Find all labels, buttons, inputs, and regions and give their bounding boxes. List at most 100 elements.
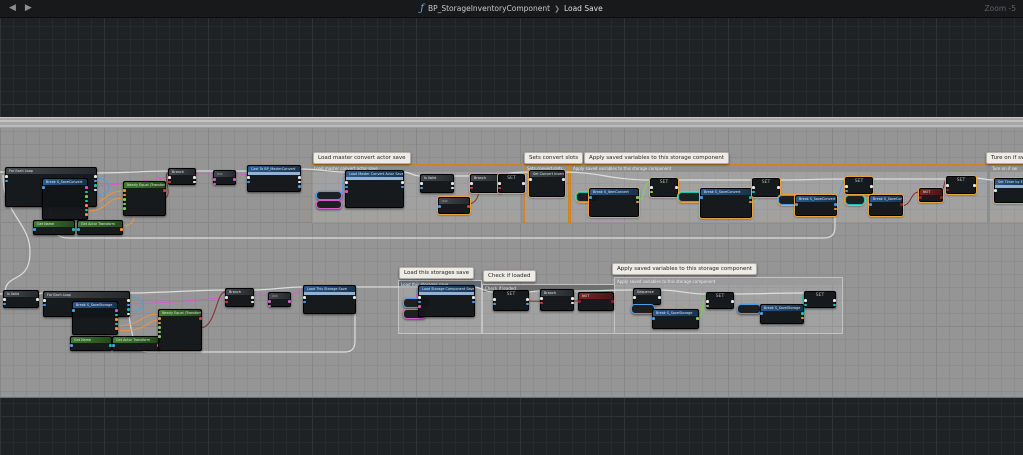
blueprint-node[interactable]: SET bbox=[650, 178, 678, 197]
output-pin[interactable] bbox=[472, 296, 475, 299]
input-pin[interactable] bbox=[420, 187, 423, 190]
output-pin[interactable] bbox=[636, 201, 639, 204]
output-pin[interactable] bbox=[251, 301, 254, 304]
output-pin[interactable] bbox=[94, 189, 97, 192]
blueprint-node[interactable]: Break S_SaveStorage bbox=[72, 301, 118, 335]
blueprint-node[interactable]: Load This Storage Save bbox=[303, 285, 356, 314]
input-pin[interactable] bbox=[123, 207, 126, 210]
output-pin[interactable] bbox=[571, 297, 574, 300]
blueprint-node[interactable]: SET bbox=[706, 292, 734, 309]
input-pin[interactable] bbox=[652, 317, 655, 320]
blueprint-node[interactable]: SET bbox=[752, 178, 780, 197]
input-pin[interactable] bbox=[795, 203, 798, 206]
blueprint-node[interactable]: Convert Slots bbox=[678, 192, 702, 202]
input-pin[interactable] bbox=[418, 301, 421, 304]
output-pin[interactable] bbox=[675, 186, 678, 189]
output-pin[interactable] bbox=[571, 302, 574, 305]
output-pin[interactable] bbox=[562, 178, 565, 181]
input-pin[interactable] bbox=[123, 194, 126, 197]
input-pin[interactable] bbox=[158, 326, 161, 329]
input-pin[interactable] bbox=[760, 312, 763, 315]
output-pin[interactable] bbox=[94, 184, 97, 187]
input-pin[interactable] bbox=[213, 183, 216, 186]
input-pin[interactable] bbox=[498, 182, 501, 185]
input-pin[interactable] bbox=[418, 305, 421, 308]
input-pin[interactable] bbox=[345, 186, 348, 189]
blueprint-node[interactable]: SET bbox=[845, 177, 873, 194]
input-pin[interactable] bbox=[123, 198, 126, 201]
input-pin[interactable] bbox=[946, 184, 949, 187]
output-pin[interactable] bbox=[94, 180, 97, 183]
output-pin[interactable] bbox=[451, 187, 454, 190]
output-pin[interactable] bbox=[127, 304, 130, 307]
output-pin[interactable] bbox=[900, 203, 903, 206]
input-pin[interactable] bbox=[540, 302, 543, 305]
output-pin[interactable] bbox=[85, 200, 88, 203]
output-pin[interactable] bbox=[72, 228, 75, 231]
input-pin[interactable] bbox=[247, 176, 250, 179]
input-pin[interactable] bbox=[43, 304, 46, 307]
output-pin[interactable] bbox=[833, 304, 836, 307]
output-pin[interactable] bbox=[526, 303, 529, 306]
output-pin[interactable] bbox=[115, 318, 118, 321]
blueprint-node[interactable]: SET bbox=[493, 290, 529, 311]
output-pin[interactable] bbox=[120, 228, 123, 231]
input-pin[interactable] bbox=[845, 190, 848, 193]
blueprint-node[interactable]: Nearly Equal (Transform) bbox=[158, 309, 202, 351]
output-pin[interactable] bbox=[115, 323, 118, 326]
input-pin[interactable] bbox=[268, 300, 271, 303]
input-pin[interactable] bbox=[303, 301, 306, 304]
input-pin[interactable] bbox=[578, 300, 581, 303]
input-pin[interactable] bbox=[213, 178, 216, 181]
blueprint-node[interactable]: Cast To BP_MasterConvert bbox=[247, 165, 301, 192]
input-pin[interactable] bbox=[633, 296, 636, 299]
output-pin[interactable] bbox=[522, 182, 525, 185]
breadcrumb-blueprint-name[interactable]: BP_StorageInventoryComponent bbox=[428, 4, 550, 13]
input-pin[interactable] bbox=[303, 296, 306, 299]
output-pin[interactable] bbox=[467, 205, 470, 208]
blueprint-node[interactable]: == bbox=[268, 292, 291, 307]
input-pin[interactable] bbox=[123, 203, 126, 206]
output-pin[interactable] bbox=[193, 176, 196, 179]
output-pin[interactable] bbox=[451, 182, 454, 185]
output-pin[interactable] bbox=[298, 181, 301, 184]
input-pin[interactable] bbox=[498, 187, 501, 190]
output-pin[interactable] bbox=[696, 317, 699, 320]
input-pin[interactable] bbox=[168, 181, 171, 184]
blueprint-node[interactable]: == bbox=[438, 197, 470, 214]
output-pin[interactable] bbox=[127, 313, 130, 316]
output-pin[interactable] bbox=[85, 209, 88, 212]
input-pin[interactable] bbox=[345, 190, 348, 193]
blueprint-node[interactable]: SET bbox=[498, 174, 525, 193]
input-pin[interactable] bbox=[493, 298, 496, 301]
output-pin[interactable] bbox=[401, 181, 404, 184]
blueprint-node[interactable]: Set Timer by Event bbox=[994, 178, 1023, 203]
input-pin[interactable] bbox=[752, 191, 755, 194]
output-pin[interactable] bbox=[115, 314, 118, 317]
input-pin[interactable] bbox=[43, 299, 46, 302]
input-pin[interactable] bbox=[158, 335, 161, 338]
forward-arrow-icon[interactable]: ▶ bbox=[25, 0, 32, 17]
blueprint-node[interactable]: Is Valid bbox=[3, 290, 39, 308]
output-pin[interactable] bbox=[973, 184, 976, 187]
blueprint-node[interactable]: NOT bbox=[919, 188, 943, 202]
output-pin[interactable] bbox=[288, 300, 291, 303]
output-pin[interactable] bbox=[36, 298, 39, 301]
output-pin[interactable] bbox=[833, 299, 836, 302]
input-pin[interactable] bbox=[158, 331, 161, 334]
output-pin[interactable] bbox=[658, 296, 661, 299]
blueprint-node[interactable]: Break S_SaveConvert bbox=[42, 178, 88, 220]
output-pin[interactable] bbox=[85, 213, 88, 216]
output-pin[interactable] bbox=[801, 312, 804, 315]
input-pin[interactable] bbox=[42, 186, 45, 189]
input-pin[interactable] bbox=[493, 303, 496, 306]
output-pin[interactable] bbox=[233, 178, 236, 181]
blueprint-node[interactable]: Storage Save bbox=[737, 304, 761, 314]
input-pin[interactable] bbox=[700, 196, 703, 199]
blueprint-node[interactable]: == bbox=[213, 170, 236, 185]
input-pin[interactable] bbox=[706, 305, 709, 308]
blueprint-node[interactable]: Get Name bbox=[33, 220, 75, 235]
output-pin[interactable] bbox=[777, 186, 780, 189]
back-arrow-icon[interactable]: ◀ bbox=[9, 0, 16, 17]
input-pin[interactable] bbox=[845, 185, 848, 188]
